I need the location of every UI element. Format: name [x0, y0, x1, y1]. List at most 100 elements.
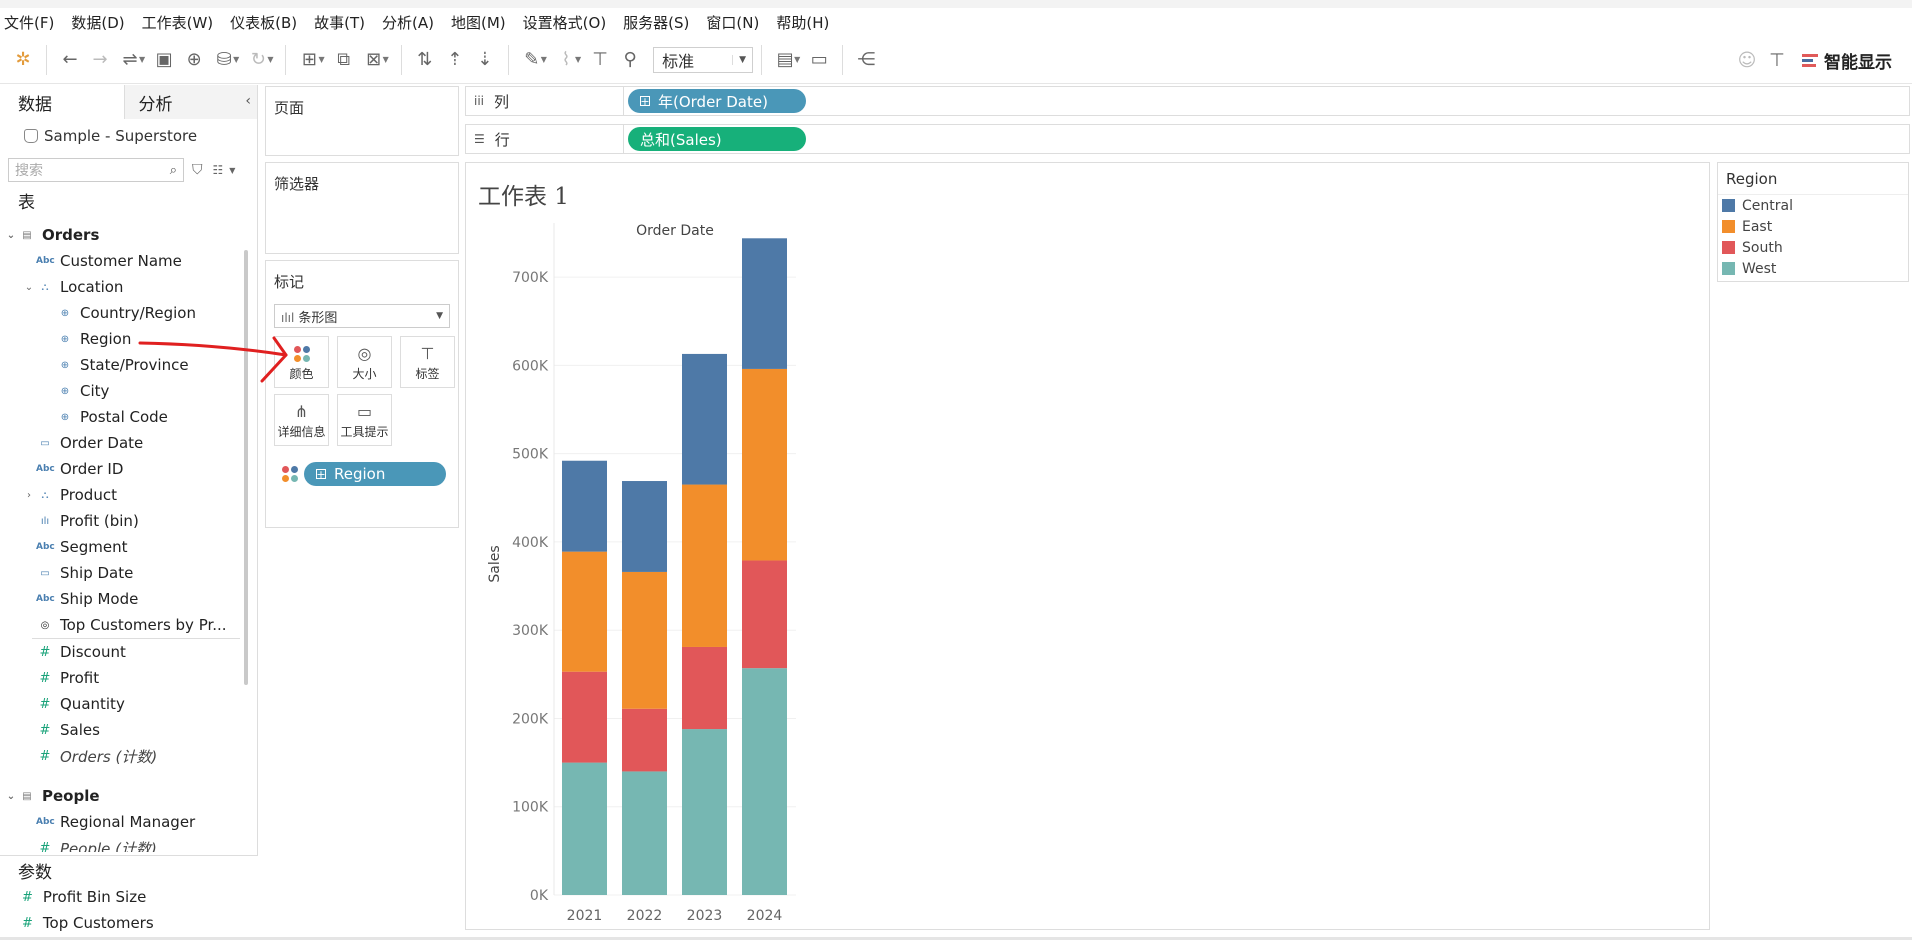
field-item[interactable]: ⊕ State/Province [0, 352, 240, 378]
menu-worksheet[interactable]: 工作表(W) [142, 12, 214, 33]
detail-button[interactable]: ⋔ 详细信息 [274, 394, 329, 446]
menu-server[interactable]: 服务器(S) [623, 12, 689, 33]
field-item[interactable]: Abc Regional Manager [0, 809, 240, 835]
show-cards-dropdown-icon[interactable]: ▼ [794, 55, 800, 64]
field-item[interactable]: ▭ Order Date [0, 430, 240, 456]
menu-help[interactable]: 帮助(H) [776, 12, 829, 33]
field-item[interactable]: › ⛬ Product [0, 482, 240, 508]
save-icon[interactable]: ▣ [149, 44, 179, 76]
menu-file[interactable]: 文件(F) [4, 12, 54, 33]
smart-show-button[interactable]: 智能显示 [1802, 48, 1892, 73]
datasource-name: Sample - Superstore [44, 127, 198, 145]
chevron-down-icon[interactable]: ⌄ [22, 282, 36, 293]
field-item[interactable]: # Sales [0, 717, 240, 743]
swap-axes-icon[interactable]: ⇅ [410, 44, 440, 76]
color-legend[interactable]: Region Central East South West [1717, 162, 1909, 282]
sum-sales-pill[interactable]: 总和(Sales) [628, 127, 806, 151]
view-options-icon[interactable]: ☷ [213, 163, 224, 177]
menu-dashboard[interactable]: 仪表板(B) [230, 12, 297, 33]
field-item[interactable]: Abc Segment [0, 534, 240, 560]
filter-icon[interactable]: ⛉ [192, 162, 203, 178]
redo-icon[interactable]: → [85, 44, 115, 76]
fit-select[interactable]: 标准 ▼ [653, 46, 754, 73]
share-icon[interactable]: ⋲ [851, 44, 881, 76]
year-order-date-pill[interactable]: + 年(Order Date) [628, 89, 806, 113]
field-item[interactable]: ılı Profit (bin) [0, 508, 240, 534]
legend-item[interactable]: East [1718, 216, 1908, 237]
legend-item[interactable]: West [1718, 258, 1908, 279]
sort-ascending-icon[interactable]: ⇡ [440, 44, 470, 76]
duplicate-sheet-icon[interactable]: ⧉ [329, 44, 359, 76]
pin-icon[interactable]: ⚲ [615, 44, 645, 76]
field-item[interactable]: Abc Ship Mode [0, 586, 240, 612]
pages-card[interactable]: 页面 [265, 86, 459, 156]
legend-label: Central [1742, 197, 1793, 214]
tab-data[interactable]: 数据 [0, 85, 125, 119]
legend-item[interactable]: Central [1718, 195, 1908, 216]
field-item[interactable]: Abc Customer Name [0, 248, 240, 274]
field-item[interactable]: ▭ Ship Date [0, 560, 240, 586]
datasource-dropdown-icon[interactable]: ▼ [233, 55, 239, 64]
label-button[interactable]: ⊤ 标签 [400, 336, 455, 388]
color-button[interactable]: 颜色 [274, 336, 329, 388]
ask-data-icon[interactable]: ☺ [1732, 44, 1762, 76]
bar-segment [622, 708, 667, 772]
clear-dropdown-icon[interactable]: ▼ [383, 55, 389, 64]
menu-window[interactable]: 窗口(N) [706, 12, 759, 33]
table-item[interactable]: ⌄ ▤ Orders [0, 222, 240, 248]
field-item[interactable]: # People (计数) [0, 835, 240, 853]
new-datasource-icon[interactable]: ⊕ [179, 44, 209, 76]
chevron-down-icon[interactable]: ⌄ [4, 230, 18, 241]
filters-card[interactable]: 筛选器 [265, 162, 459, 254]
rows-shelf[interactable]: ☰ 行 总和(Sales) [465, 124, 1910, 154]
field-item[interactable]: # Discount [0, 639, 240, 665]
show-labels-icon[interactable]: ⊤ [585, 44, 615, 76]
group-dropdown-icon[interactable]: ▼ [575, 55, 581, 64]
menu-format[interactable]: 设置格式(O) [523, 12, 607, 33]
field-item[interactable]: ⊕ Country/Region [0, 300, 240, 326]
presentation-mode-icon[interactable]: ▭ [804, 44, 834, 76]
mark-type-select[interactable]: ılıl 条形图 ▼ [274, 304, 450, 328]
field-item[interactable]: ⊕ City [0, 378, 240, 404]
chevron-right-icon[interactable]: › [22, 490, 36, 501]
field-item[interactable]: # Orders (计数) [0, 743, 240, 769]
worksheet-view[interactable]: 工作表 1 0K 100K 200K 300K 400K 500K 600K 700K Sale… [465, 162, 1710, 930]
columns-shelf[interactable]: iii 列 + 年(Order Date) [465, 86, 1910, 116]
globe-icon: ⊕ [60, 385, 70, 397]
new-worksheet-dropdown-icon[interactable]: ▼ [318, 55, 324, 64]
table-item[interactable]: ⌄ ▤ People [0, 783, 240, 809]
tab-analysis[interactable]: 分析 [124, 85, 257, 119]
menu-analysis[interactable]: 分析(A) [382, 12, 434, 33]
y-axis-title: Sales [487, 545, 503, 582]
format-painter-icon[interactable]: ⊤ [1762, 44, 1792, 76]
refresh-dropdown-icon[interactable]: ▼ [267, 55, 273, 64]
menu-story[interactable]: 故事(T) [314, 12, 365, 33]
legend-title: Region [1718, 163, 1908, 195]
menu-data[interactable]: 数据(D) [71, 12, 124, 33]
datasource-item[interactable]: Sample - Superstore [0, 119, 257, 153]
param-item[interactable]: # Profit Bin Size [0, 884, 258, 910]
size-button[interactable]: ◎ 大小 [337, 336, 392, 388]
param-item[interactable]: # Top Customers [0, 910, 258, 936]
collapse-pane-icon[interactable]: ‹ [245, 93, 251, 109]
field-item[interactable]: ⊕ Postal Code [0, 404, 240, 430]
tableau-logo-icon[interactable]: ✲ [8, 44, 38, 76]
undo-icon[interactable]: ← [55, 44, 85, 76]
field-item[interactable]: ◎ Top Customers by Pr... [0, 612, 240, 638]
region-color-pill[interactable]: + Region [304, 462, 446, 486]
search-input[interactable]: 搜索 ⌕ [8, 158, 184, 182]
legend-item[interactable]: South [1718, 237, 1908, 258]
field-item[interactable]: ⊕ Region [0, 326, 240, 352]
replay-dropdown-icon[interactable]: ▼ [139, 55, 145, 64]
field-list-scrollbar[interactable] [244, 250, 248, 685]
field-item[interactable]: ⌄ ⛬ Location [0, 274, 240, 300]
chevron-down-icon[interactable]: ▼ [229, 166, 235, 175]
menu-map[interactable]: 地图(M) [451, 12, 506, 33]
sort-descending-icon[interactable]: ⇣ [470, 44, 500, 76]
field-item[interactable]: # Profit [0, 665, 240, 691]
tooltip-button[interactable]: ▭ 工具提示 [337, 394, 392, 446]
chevron-down-icon[interactable]: ⌄ [4, 791, 18, 802]
highlight-dropdown-icon[interactable]: ▼ [541, 55, 547, 64]
field-item[interactable]: # Quantity [0, 691, 240, 717]
field-item[interactable]: Abc Order ID [0, 456, 240, 482]
